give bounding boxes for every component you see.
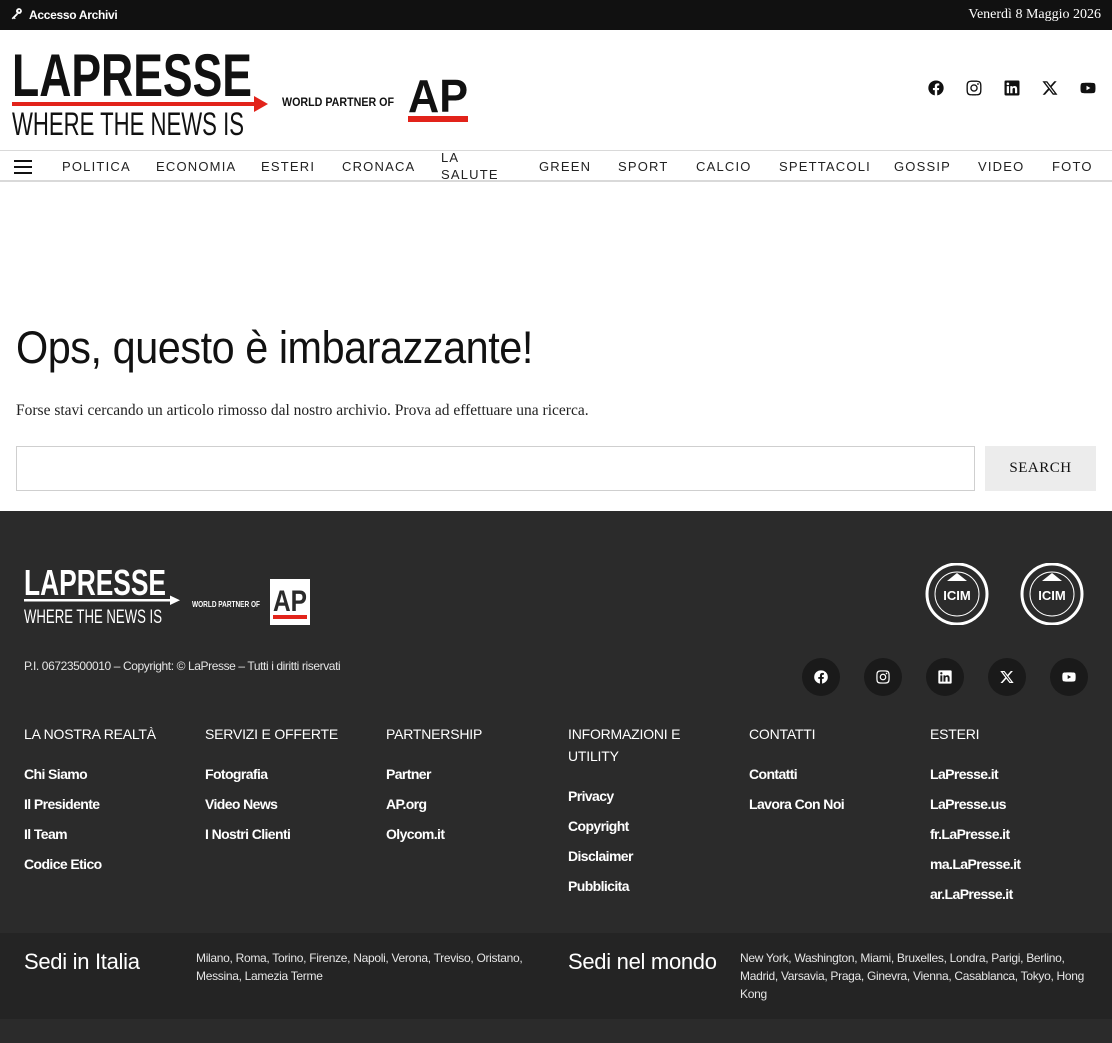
nav-item-sport[interactable]: SPORT <box>618 151 669 181</box>
sedi-italia-title: Sedi in Italia <box>24 949 140 974</box>
youtube-icon[interactable] <box>1078 78 1098 98</box>
footer-column-esteri: ESTERI LaPresse.it LaPresse.us fr.LaPres… <box>930 723 1090 909</box>
nav-item-politica[interactable]: POLITICA <box>62 151 131 181</box>
footer-link-video-news[interactable]: Video News <box>205 789 365 819</box>
footer-link-fr-lapresse[interactable]: fr.LaPresse.it <box>930 819 1090 849</box>
search-button[interactable]: SEARCH <box>985 446 1096 491</box>
sedi-italia-list: Milano, Roma, Torino, Firenze, Napoli, V… <box>196 951 523 983</box>
header-social-links <box>926 78 1098 98</box>
footer-column-title: LA NOSTRA REALTÀ <box>24 726 156 742</box>
footer-column-title: CONTATTI <box>749 726 816 742</box>
nav-item-cronaca[interactable]: CRONACA <box>342 151 415 181</box>
footer-column-title: INFORMAZIONI E UTILITY <box>568 726 681 764</box>
nav-item-spettacoli[interactable]: SPETTACOLI <box>779 151 871 181</box>
logo-ap-underline <box>408 116 468 122</box>
key-icon <box>10 7 23 23</box>
main-navigation: POLITICA ECONOMIA ESTERI CRONACA LA SALU… <box>0 150 1112 182</box>
footer-column-partnership: PARTNERSHIP Partner AP.org Olycom.it <box>386 723 546 849</box>
accesso-archivi-link[interactable]: Accesso Archivi <box>10 7 118 23</box>
footer-social-links <box>802 658 1088 696</box>
footer-column-title: ESTERI <box>930 726 980 742</box>
footer-column-servizi: SERVIZI E OFFERTE Fotografia Video News … <box>205 723 365 849</box>
site-footer: LAPRESSE WHERE THE NEWS IS WORLD PARTNER… <box>0 511 1112 1043</box>
instagram-icon[interactable] <box>864 658 902 696</box>
search-input[interactable] <box>16 446 975 491</box>
page-subtitle: Forse stavi cercando un articolo rimosso… <box>16 402 589 419</box>
current-date: Venerdì 8 Maggio 2026 <box>968 7 1101 22</box>
x-icon[interactable] <box>1040 78 1060 98</box>
facebook-icon[interactable] <box>802 658 840 696</box>
footer-link-copyright[interactable]: Copyright <box>568 811 718 841</box>
footer-legal-info: P.I. 06723500010 – Copyright: © LaPresse… <box>24 659 341 673</box>
nav-item-esteri[interactable]: ESTERI <box>261 151 315 181</box>
icim-cert-label: ICIM <box>1038 588 1065 603</box>
footer-link-ar-lapresse[interactable]: ar.LaPresse.it <box>930 879 1090 909</box>
footer-logo-brand-name: LAPRESSE <box>24 563 166 603</box>
footer-link-lavora-con-noi[interactable]: Lavora Con Noi <box>749 789 909 819</box>
youtube-icon[interactable] <box>1050 658 1088 696</box>
footer-column-contatti: CONTATTI Contatti Lavora Con Noi <box>749 723 909 819</box>
logo-brand-name: LAPRESSE <box>12 42 252 109</box>
logo-tagline: WHERE THE NEWS IS <box>12 106 244 138</box>
logo-ap-mark: AP <box>408 70 468 122</box>
footer-column-title: SERVIZI E OFFERTE <box>205 726 338 742</box>
footer-link-chi-siamo[interactable]: Chi Siamo <box>24 759 184 789</box>
footer-column-realta: LA NOSTRA REALTÀ Chi Siamo Il Presidente… <box>24 723 184 879</box>
linkedin-icon[interactable] <box>926 658 964 696</box>
footer-link-codice-etico[interactable]: Codice Etico <box>24 849 184 879</box>
icim-cert-badge-icon: ICIM <box>1020 563 1084 625</box>
footer-link-ma-lapresse[interactable]: ma.LaPresse.it <box>930 849 1090 879</box>
footer-lapresse-logo[interactable]: LAPRESSE WHERE THE NEWS IS WORLD PARTNER… <box>24 563 314 629</box>
footer-link-olycom[interactable]: Olycom.it <box>386 819 546 849</box>
footer-column-title: PARTNERSHIP <box>386 726 483 742</box>
footer-column-informazioni: INFORMAZIONI E UTILITY Privacy Copyright… <box>568 723 718 901</box>
nav-item-green[interactable]: GREEN <box>539 151 591 181</box>
footer-link-lapresse-us[interactable]: LaPresse.us <box>930 789 1090 819</box>
footer-logo-arrow-bar <box>24 599 170 602</box>
footer-link-privacy[interactable]: Privacy <box>568 781 718 811</box>
icim-cert-label: ICIM <box>943 588 970 603</box>
nav-item-la-salute[interactable]: LA SALUTE <box>441 150 503 182</box>
footer-link-lapresse-it[interactable]: LaPresse.it <box>930 759 1090 789</box>
footer-logo-partner-text: WORLD PARTNER OF <box>192 600 260 609</box>
footer-logo-ap-underline <box>273 615 307 619</box>
nav-item-foto[interactable]: FOTO <box>1052 151 1093 181</box>
page-title: Ops, questo è imbarazzante! <box>16 322 533 373</box>
nav-item-gossip[interactable]: GOSSIP <box>894 151 951 181</box>
footer-link-pubblicita[interactable]: Pubblicita <box>568 871 718 901</box>
nav-item-economia[interactable]: ECONOMIA <box>156 151 236 181</box>
logo-partner-text: WORLD PARTNER OF <box>282 95 394 109</box>
linkedin-icon[interactable] <box>1002 78 1022 98</box>
lapresse-logo[interactable]: LAPRESSE WHERE THE NEWS IS WORLD PARTNER… <box>12 42 472 138</box>
sedi-mondo-list: New York, Washington, Miami, Bruxelles, … <box>740 951 1085 1001</box>
footer-logo-arrow-head <box>170 595 180 605</box>
footer-link-il-team[interactable]: Il Team <box>24 819 184 849</box>
footer-link-partner[interactable]: Partner <box>386 759 546 789</box>
site-header: LAPRESSE WHERE THE NEWS IS WORLD PARTNER… <box>0 30 1112 150</box>
nav-item-video[interactable]: VIDEO <box>978 151 1024 181</box>
icim-cert-badge-icon: ICIM <box>925 563 989 625</box>
footer-link-il-presidente[interactable]: Il Presidente <box>24 789 184 819</box>
logo-red-arrow-head <box>254 96 268 112</box>
accesso-archivi-label: Accesso Archivi <box>29 8 118 22</box>
x-icon[interactable] <box>988 658 1026 696</box>
sedi-mondo-title: Sedi nel mondo <box>568 949 717 974</box>
footer-logo-tagline: WHERE THE NEWS IS <box>24 607 162 628</box>
nav-item-calcio[interactable]: CALCIO <box>696 151 752 181</box>
instagram-icon[interactable] <box>964 78 984 98</box>
footer-logo-ap-mark: AP <box>273 585 307 618</box>
facebook-icon[interactable] <box>926 78 946 98</box>
top-bar: Accesso Archivi Venerdì 8 Maggio 2026 <box>0 0 1112 30</box>
footer-link-fotografia[interactable]: Fotografia <box>205 759 365 789</box>
hamburger-menu-icon[interactable] <box>14 160 32 174</box>
offices-band: Sedi in Italia Milano, Roma, Torino, Fir… <box>0 933 1112 1019</box>
footer-link-nostri-clienti[interactable]: I Nostri Clienti <box>205 819 365 849</box>
footer-link-contatti[interactable]: Contatti <box>749 759 909 789</box>
footer-link-ap-org[interactable]: AP.org <box>386 789 546 819</box>
footer-link-disclaimer[interactable]: Disclaimer <box>568 841 718 871</box>
